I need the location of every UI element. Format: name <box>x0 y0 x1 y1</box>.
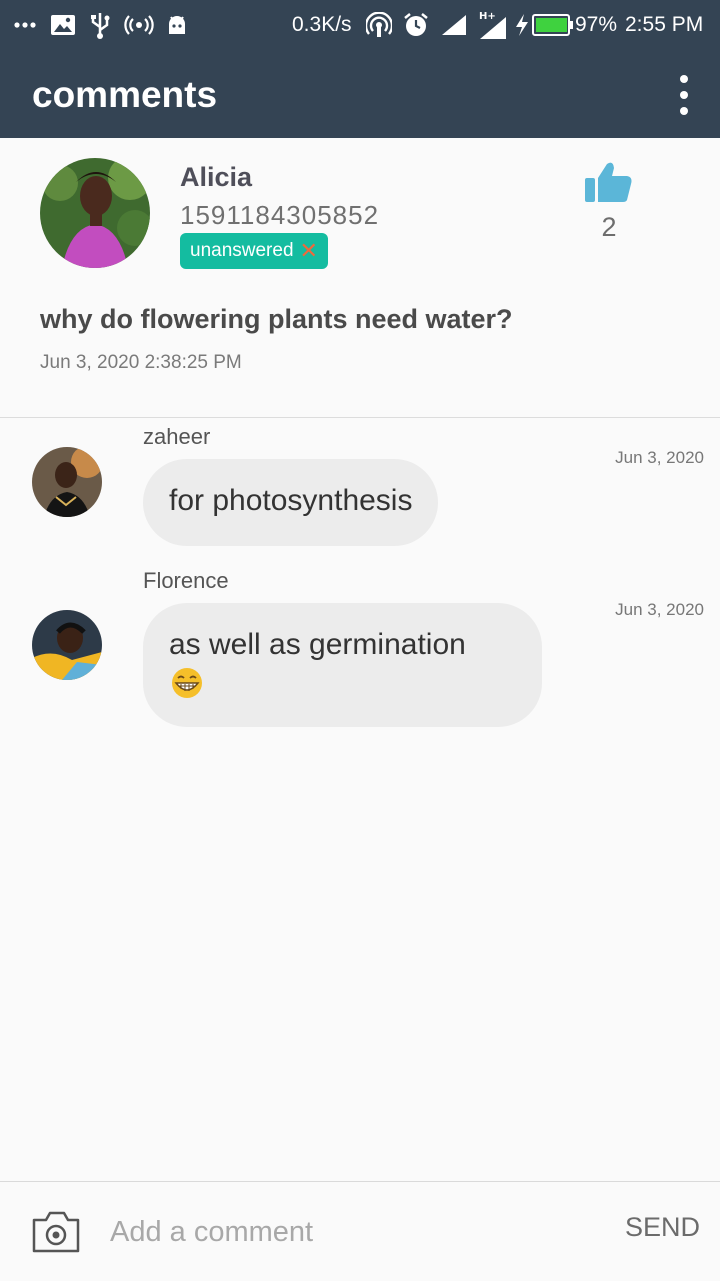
app-bar: comments <box>0 50 720 138</box>
question-card: Alicia 1591184305852 unanswered ✕ 2 why … <box>0 138 720 418</box>
question-date: Jun 3, 2020 2:38:25 PM <box>40 352 242 373</box>
camera-icon[interactable] <box>30 1210 82 1259</box>
status-badge-label: unanswered <box>190 240 294 261</box>
clock: 2:55 PM <box>625 13 704 36</box>
grinning-face-icon <box>169 667 516 710</box>
page-title: comments <box>32 74 218 115</box>
like-count: 2 <box>601 212 617 242</box>
comment-author: Florence <box>143 568 229 593</box>
author-avatar[interactable] <box>40 158 150 268</box>
image-icon <box>50 0 76 50</box>
comment-author: zaheer <box>143 424 211 449</box>
usb-icon <box>89 0 111 50</box>
comment-input[interactable] <box>108 1206 592 1258</box>
battery-icon <box>532 0 574 50</box>
close-icon: ✕ <box>299 238 318 263</box>
comment-bubble[interactable]: as well as germination <box>143 603 542 727</box>
hotspot-icon <box>124 0 154 50</box>
overflow-menu-icon[interactable] <box>672 75 696 115</box>
comment-avatar[interactable] <box>32 610 102 680</box>
author-id: 1591184305852 <box>180 200 380 230</box>
comment-text: as well as germination <box>169 628 466 661</box>
thumbs-up-icon <box>585 162 632 202</box>
comment-avatar[interactable] <box>32 447 102 517</box>
comment-composer: SEND <box>0 1181 720 1281</box>
signal-icon <box>440 0 468 50</box>
send-button[interactable]: SEND <box>625 1212 700 1243</box>
like-button[interactable] <box>574 160 644 211</box>
comment-date: Jun 3, 2020 <box>615 600 704 619</box>
signal-2-icon: H+ <box>476 0 508 50</box>
android-debug-icon <box>166 0 188 50</box>
question-text: why do flowering plants need water? <box>40 304 513 334</box>
network-type-label: H+ <box>479 11 496 22</box>
author-name: Alicia <box>180 162 253 192</box>
alarm-icon <box>403 0 429 50</box>
battery-percent: 97% <box>575 13 618 36</box>
status-bar: 0.3K/s H+ 97% 2:55 PM <box>0 0 720 50</box>
comment-date: Jun 3, 2020 <box>615 448 704 467</box>
comment-text: for photosynthesis <box>169 484 413 517</box>
comment-bubble[interactable]: for photosynthesis <box>143 459 439 546</box>
charging-icon <box>514 0 530 50</box>
more-notifications-icon <box>14 0 36 50</box>
network-speed: 0.3K/s <box>292 13 352 36</box>
status-badge: unanswered ✕ <box>180 233 328 269</box>
wifi-hotspot-icon <box>366 0 392 50</box>
